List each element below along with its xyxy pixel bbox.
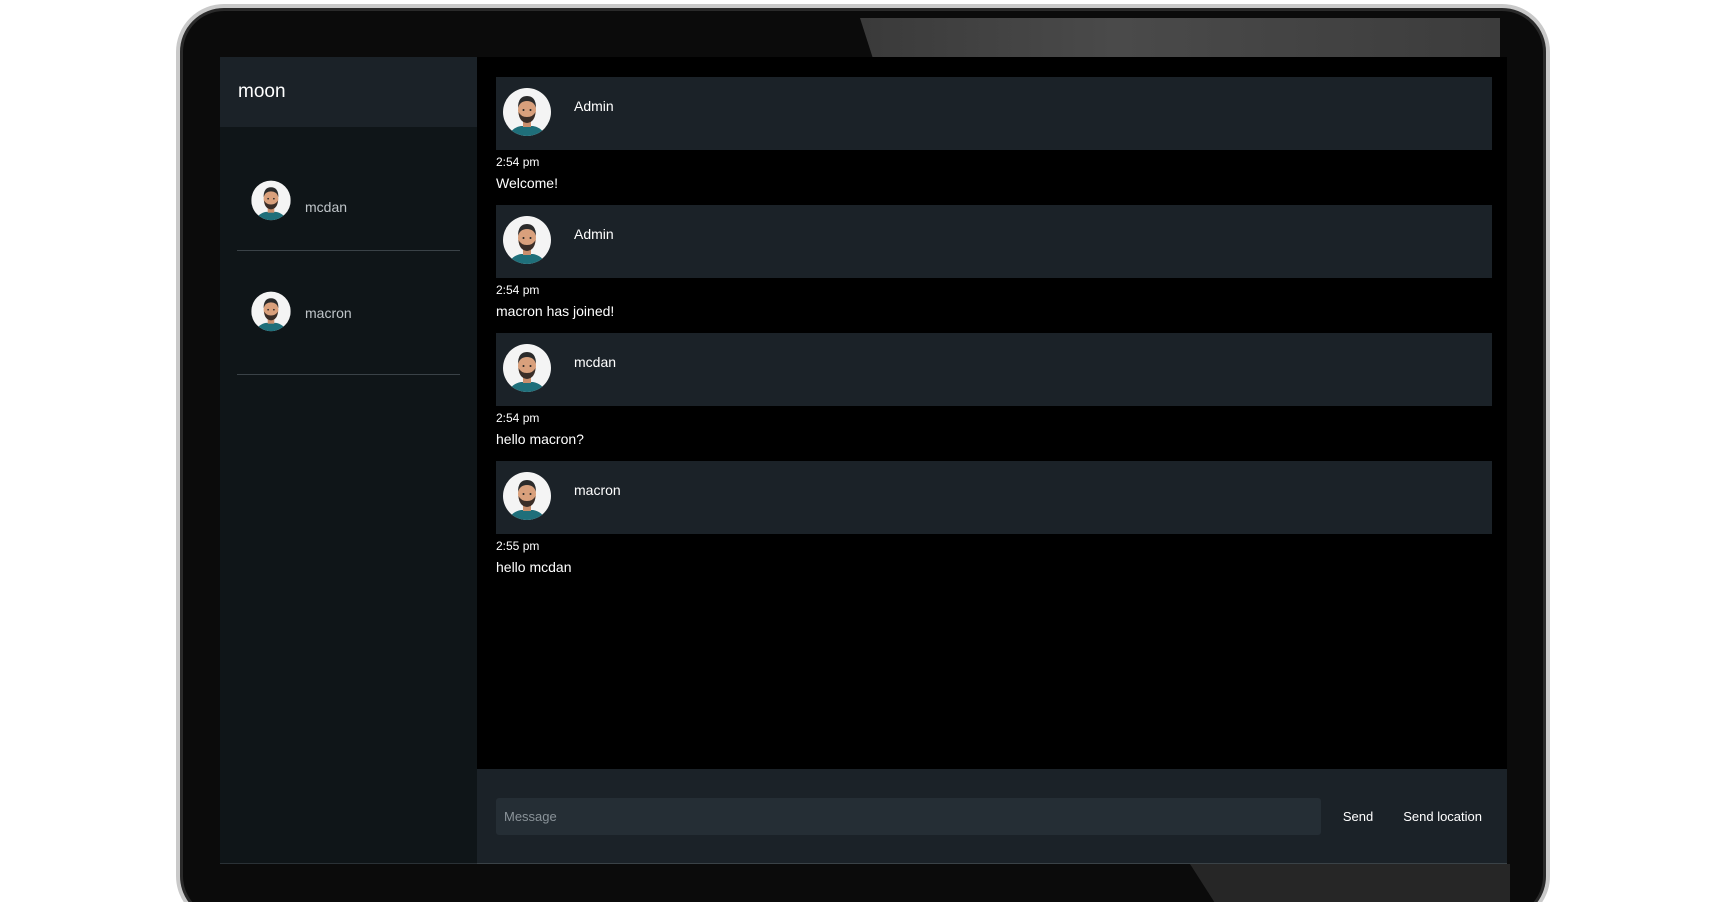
chat-main: Admin 2:54 pm Welcome! Admin 2:54 pm mac… xyxy=(477,57,1507,864)
author-avatar-icon xyxy=(503,342,551,398)
message-header: mcdan xyxy=(496,333,1492,406)
message-author: macron xyxy=(574,482,621,498)
user-avatar-icon xyxy=(251,290,291,336)
message-input[interactable] xyxy=(496,797,1321,835)
message-header: Admin xyxy=(496,205,1492,278)
user-name: macron xyxy=(305,304,352,321)
room-header: moon xyxy=(220,57,477,127)
message-time: 2:54 pm xyxy=(496,283,540,297)
message-text: Welcome! xyxy=(496,175,558,191)
message-header: Admin xyxy=(496,77,1492,150)
message: mcdan 2:54 pm hello macron? xyxy=(496,333,1492,447)
user-list: mcdan macron xyxy=(220,127,477,375)
author-avatar-icon xyxy=(503,214,551,270)
message-author: Admin xyxy=(574,98,614,114)
user-name: mcdan xyxy=(305,199,348,215)
message-header: macron xyxy=(496,461,1492,534)
message: macron 2:55 pm hello mcdan xyxy=(496,461,1492,575)
message-text: hello mcdan xyxy=(496,559,572,575)
bezel-reflection-bottom xyxy=(1190,864,1510,902)
bezel-reflection xyxy=(860,18,1500,58)
chat-app-screen: moon mcdan macron Admin 2:54 pm Welcome! xyxy=(220,57,1507,864)
message: Admin 2:54 pm macron has joined! xyxy=(496,205,1492,319)
user-list-item[interactable]: mcdan xyxy=(237,161,460,251)
user-avatar-icon xyxy=(251,179,291,225)
message-time: 2:54 pm xyxy=(496,411,540,425)
send-button[interactable]: Send xyxy=(1333,809,1383,824)
send-location-button[interactable]: Send location xyxy=(1393,809,1492,824)
message: Admin 2:54 pm Welcome! xyxy=(496,77,1492,191)
author-avatar-icon xyxy=(503,86,551,142)
message-composer: Send Send location xyxy=(477,769,1507,864)
message-text: macron has joined! xyxy=(496,303,615,319)
room-title: moon xyxy=(238,81,286,102)
message-author: mcdan xyxy=(574,354,617,370)
user-list-item[interactable]: macron xyxy=(237,251,460,375)
message-list: Admin 2:54 pm Welcome! Admin 2:54 pm mac… xyxy=(477,57,1507,769)
message-text: hello macron? xyxy=(496,431,584,447)
author-avatar-icon xyxy=(503,470,551,526)
message-time: 2:54 pm xyxy=(496,155,540,169)
sidebar: moon mcdan macron xyxy=(220,57,477,864)
message-author: Admin xyxy=(574,226,614,242)
message-time: 2:55 pm xyxy=(496,539,540,553)
